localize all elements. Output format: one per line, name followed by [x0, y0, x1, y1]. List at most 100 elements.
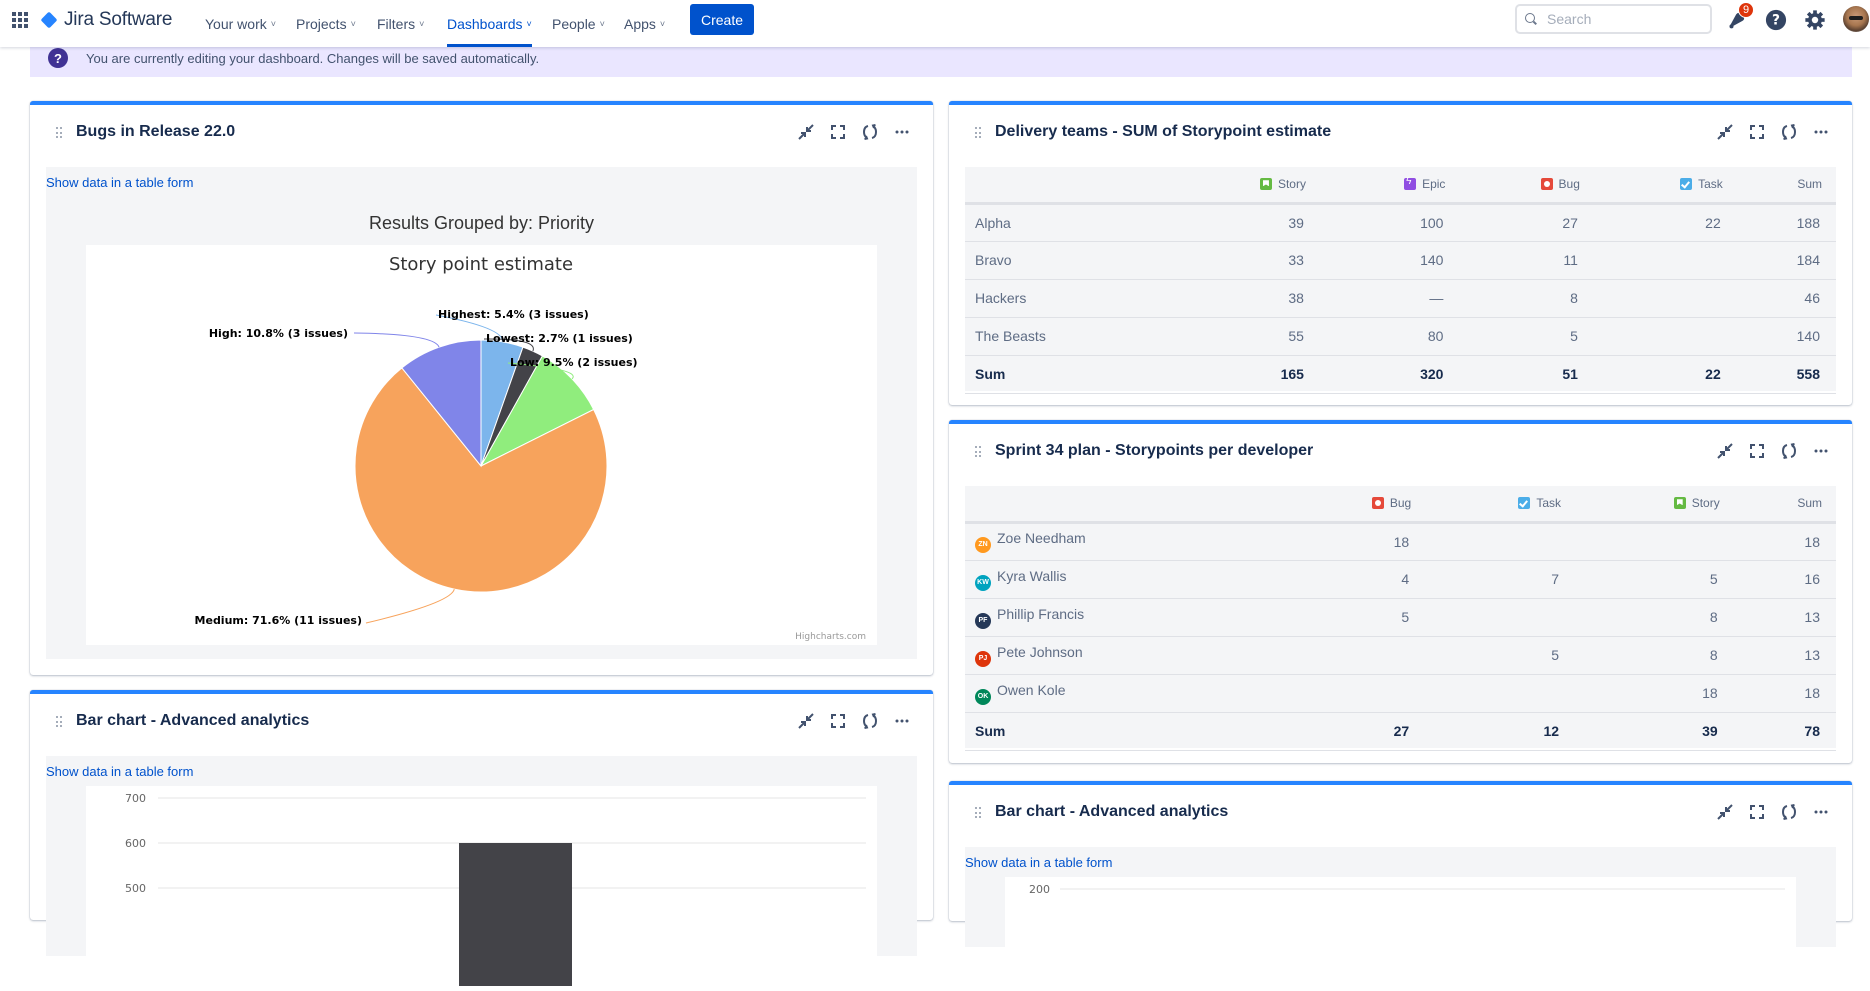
value-cell[interactable]: 18 [1284, 522, 1426, 561]
drag-handle-icon[interactable] [56, 716, 62, 728]
show-table-link[interactable]: Show data in a table form [46, 764, 193, 779]
column-header[interactable] [965, 486, 1285, 524]
value-cell[interactable]: 18 [1575, 674, 1734, 713]
column-header[interactable]: Task [1593, 167, 1737, 205]
column-header[interactable]: Bug [1459, 167, 1594, 205]
refresh-button[interactable] [1780, 123, 1798, 141]
fullscreen-button[interactable] [1748, 803, 1766, 821]
value-cell[interactable]: 5 [1425, 636, 1576, 675]
refresh-button[interactable] [1780, 803, 1798, 821]
more-button[interactable] [1812, 123, 1830, 141]
drag-handle-icon[interactable] [56, 127, 62, 139]
value-cell[interactable]: 11 [1459, 241, 1594, 280]
drag-handle-icon[interactable] [975, 807, 981, 819]
developer-cell[interactable]: PF Phillip Francis [965, 598, 1285, 637]
search-box[interactable] [1515, 4, 1712, 34]
value-cell[interactable]: 22 [1593, 203, 1737, 242]
value-cell[interactable]: 55 [1168, 317, 1320, 356]
fullscreen-button[interactable] [1748, 123, 1766, 141]
column-header[interactable]: Epic [1319, 167, 1460, 205]
search-input[interactable] [1547, 11, 1697, 27]
value-cell[interactable]: 18 [1733, 522, 1836, 561]
developer-cell[interactable]: ZN Zoe Needham [965, 522, 1285, 561]
value-cell[interactable]: 140 [1736, 317, 1836, 356]
value-cell[interactable]: 8 [1575, 636, 1734, 675]
value-cell[interactable]: 38 [1168, 279, 1320, 318]
nav-projects[interactable]: Projects ˅ [296, 0, 356, 47]
highcharts-credits[interactable]: Highcharts.com [795, 632, 866, 642]
minimize-button[interactable] [1716, 123, 1734, 141]
value-cell[interactable]: 18 [1733, 674, 1836, 713]
nav-people[interactable]: People ˅ [552, 0, 605, 47]
app-switcher-icon[interactable] [12, 12, 28, 28]
value-cell[interactable]: 5 [1284, 598, 1426, 637]
settings-button[interactable] [1803, 8, 1827, 32]
more-button[interactable] [1812, 803, 1830, 821]
value-cell[interactable]: 80 [1319, 317, 1460, 356]
value-cell[interactable]: — [1319, 279, 1460, 318]
more-button[interactable] [1812, 442, 1830, 460]
value-cell[interactable] [1425, 674, 1576, 713]
minimize-button[interactable] [1716, 442, 1734, 460]
value-cell[interactable] [1593, 317, 1737, 356]
value-cell[interactable] [1593, 241, 1737, 280]
nav-your-work[interactable]: Your work ˅ [205, 0, 276, 47]
minimize-button[interactable] [797, 712, 815, 730]
column-header[interactable]: Bug [1284, 486, 1426, 524]
column-header[interactable]: Task [1425, 486, 1576, 524]
value-cell[interactable] [1284, 636, 1426, 675]
help-button[interactable]: ? [1764, 8, 1788, 32]
value-cell[interactable] [1575, 522, 1734, 561]
value-cell[interactable]: 16 [1733, 560, 1836, 599]
value-cell[interactable]: 27 [1459, 203, 1594, 242]
user-avatar[interactable] [1843, 6, 1869, 32]
more-button[interactable] [893, 123, 911, 141]
developer-cell[interactable]: PJ Pete Johnson [965, 636, 1285, 675]
minimize-button[interactable] [1716, 803, 1734, 821]
drag-handle-icon[interactable] [975, 127, 981, 139]
nav-apps[interactable]: Apps ˅ [624, 0, 665, 47]
minimize-button[interactable] [797, 123, 815, 141]
value-cell[interactable] [1425, 598, 1576, 637]
nav-dashboards[interactable]: Dashboards ˅ [447, 0, 532, 47]
value-cell[interactable]: 100 [1319, 203, 1460, 242]
refresh-button[interactable] [861, 123, 879, 141]
column-header[interactable] [965, 167, 1169, 205]
column-header[interactable]: Story [1168, 167, 1320, 205]
fullscreen-button[interactable] [1748, 442, 1766, 460]
value-cell[interactable]: 33 [1168, 241, 1320, 280]
developer-cell[interactable]: OK Owen Kole [965, 674, 1285, 713]
value-cell[interactable]: 39 [1168, 203, 1320, 242]
value-cell[interactable] [1284, 674, 1426, 713]
refresh-button[interactable] [861, 712, 879, 730]
value-cell[interactable]: 188 [1736, 203, 1836, 242]
value-cell[interactable]: 8 [1459, 279, 1594, 318]
value-cell[interactable]: 7 [1425, 560, 1576, 599]
show-table-link[interactable]: Show data in a table form [965, 855, 1112, 870]
developer-cell[interactable]: KW Kyra Wallis [965, 560, 1285, 599]
value-cell[interactable] [1425, 522, 1576, 561]
value-cell[interactable] [1593, 279, 1737, 318]
refresh-button[interactable] [1780, 442, 1798, 460]
drag-handle-icon[interactable] [975, 446, 981, 458]
value-cell[interactable]: 140 [1319, 241, 1460, 280]
fullscreen-button[interactable] [829, 123, 847, 141]
column-header[interactable]: Story [1575, 486, 1734, 524]
create-button[interactable]: Create [690, 4, 754, 35]
value-cell[interactable]: 13 [1733, 598, 1836, 637]
nav-filters[interactable]: Filters ˅ [377, 0, 424, 47]
value-cell[interactable]: 8 [1575, 598, 1734, 637]
value-cell[interactable]: 13 [1733, 636, 1836, 675]
value-cell[interactable]: 5 [1575, 560, 1734, 599]
value-cell[interactable]: 4 [1284, 560, 1426, 599]
more-button[interactable] [893, 712, 911, 730]
jira-logo[interactable]: Jira Software [40, 9, 172, 31]
value-cell[interactable]: 46 [1736, 279, 1836, 318]
fullscreen-button[interactable] [829, 712, 847, 730]
column-header[interactable]: Sum [1736, 167, 1836, 205]
bar[interactable] [459, 843, 572, 986]
column-header[interactable]: Sum [1733, 486, 1836, 524]
value-cell[interactable]: 184 [1736, 241, 1836, 280]
value-cell[interactable]: 5 [1459, 317, 1594, 356]
show-table-link[interactable]: Show data in a table form [46, 175, 193, 190]
